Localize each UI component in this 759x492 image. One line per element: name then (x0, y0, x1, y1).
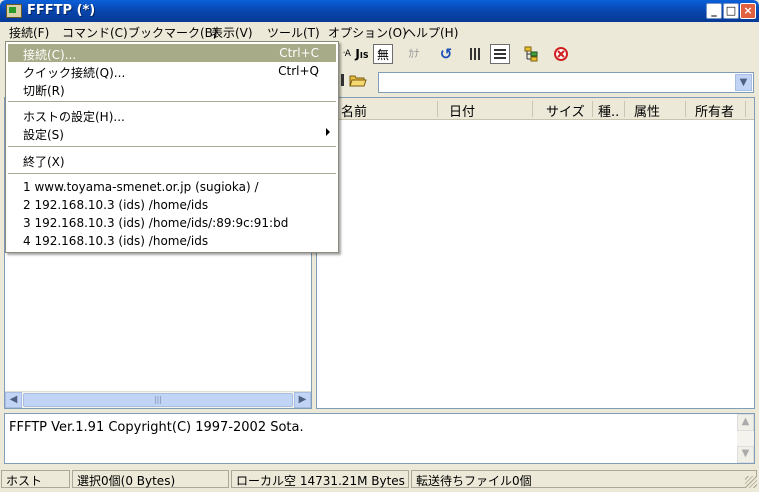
menu-separator (8, 173, 336, 174)
menu-item-disconnect[interactable]: 切断(R) (8, 80, 336, 98)
menu-item-history-1[interactable]: 1 www.toyama-smenet.or.jp (sugioka) / (8, 178, 336, 196)
menu-separator (8, 101, 336, 102)
column-divider[interactable] (592, 101, 593, 117)
menu-item-history-4[interactable]: 4 192.168.10.3 (ids) /home/ids (8, 232, 336, 250)
menu-item-settings[interactable]: 設定(S) (8, 124, 336, 142)
column-divider[interactable] (685, 101, 686, 117)
menu-item-shortcut: Ctrl+C (279, 46, 319, 60)
tree-view-icon[interactable] (521, 44, 541, 64)
status-host: ホスト (1, 470, 70, 488)
scroll-down-icon[interactable]: ▼ (737, 446, 754, 463)
connect-menu-dropdown: 接続(C)... Ctrl+C クイック接続(Q)... Ctrl+Q 切断(R… (5, 41, 339, 253)
menu-connect[interactable]: 接続(F) (9, 24, 49, 41)
menu-item-label: 4 192.168.10.3 (ids) /home/ids (23, 234, 209, 248)
col-type[interactable]: 種.. (598, 101, 619, 120)
remote-path-combo[interactable]: ▼ (378, 72, 754, 93)
menu-item-connect[interactable]: 接続(C)... Ctrl+C (8, 44, 336, 62)
menu-item-label: 3 192.168.10.3 (ids) /home/ids/:89:9c:91… (23, 216, 289, 230)
maximize-button[interactable]: □ (723, 3, 739, 19)
jis-mode-button[interactable]: JIS (352, 44, 372, 64)
menu-item-host-settings[interactable]: ホストの設定(H)... (8, 106, 336, 124)
status-transfer-queue: 転送待ちファイル0個 (411, 470, 757, 488)
scroll-thumb[interactable]: ||| (23, 393, 293, 407)
scroll-up-icon[interactable]: ▲ (737, 414, 754, 431)
stop-icon[interactable] (551, 44, 571, 64)
menu-item-exit[interactable]: 終了(X) (8, 151, 336, 169)
close-button[interactable]: × (740, 3, 756, 19)
window-title: FFFTP (*) (27, 3, 96, 18)
chevron-down-icon[interactable]: ▼ (735, 74, 752, 91)
status-selection: 選択0個(0 Bytes) (72, 470, 229, 488)
menu-item-history-2[interactable]: 2 192.168.10.3 (ids) /home/ids (8, 196, 336, 214)
menu-item-label: クイック接続(Q)... (23, 66, 126, 80)
menu-tools[interactable]: ツール(T) (267, 24, 320, 41)
remote-file-pane[interactable]: 名前 日付 サイズ 種.. 属性 所有者 (316, 97, 755, 409)
menu-item-history-3[interactable]: 3 192.168.10.3 (ids) /home/ids/:89:9c:91… (8, 214, 336, 232)
remote-column-header: 名前 日付 サイズ 種.. 属性 所有者 (317, 98, 754, 120)
app-icon (6, 4, 22, 18)
detail-view-icon[interactable] (490, 44, 510, 64)
menu-item-label: 1 www.toyama-smenet.or.jp (sugioka) / (23, 180, 259, 194)
menu-item-label: 2 192.168.10.3 (ids) /home/ids (23, 198, 209, 212)
menu-help[interactable]: ヘルプ(H) (404, 24, 458, 41)
menu-bar: 接続(F) コマンド(C) ブックマーク(B) 表示(V) ツール(T) オプシ… (0, 22, 759, 41)
column-divider[interactable] (624, 101, 625, 117)
log-vscrollbar[interactable]: ▲ ▼ (737, 414, 754, 463)
column-divider[interactable] (437, 101, 438, 117)
status-local-free: ローカル空 14731.21M Bytes (231, 470, 409, 488)
col-size[interactable]: サイズ (546, 101, 585, 120)
menu-item-label: ホストの設定(H)... (23, 110, 125, 124)
menu-options[interactable]: オプション(O) (328, 24, 407, 41)
title-bar: FFFTP (*) _ □ × (0, 0, 759, 22)
menu-item-label: 設定(S) (23, 128, 64, 142)
no-conversion-button[interactable]: 無 (373, 44, 393, 64)
menu-bookmark[interactable]: ブックマーク(B) (128, 24, 218, 41)
submenu-arrow-icon (326, 128, 330, 136)
menu-item-shortcut: Ctrl+Q (278, 64, 319, 78)
col-date[interactable]: 日付 (449, 101, 475, 120)
kana-button[interactable]: ｶﾅ (404, 44, 424, 64)
column-divider[interactable] (532, 101, 533, 117)
menu-item-quick-connect[interactable]: クイック接続(Q)... Ctrl+Q (8, 62, 336, 80)
local-hscrollbar[interactable]: ◀ ||| ▶ (5, 391, 311, 408)
col-owner[interactable]: 所有者 (695, 101, 734, 120)
menu-command[interactable]: コマンド(C) (62, 24, 128, 41)
menu-separator (8, 146, 336, 147)
scroll-left-icon[interactable]: ◀ (5, 392, 22, 408)
resize-grip-icon[interactable] (745, 476, 757, 488)
scroll-right-icon[interactable]: ▶ (294, 392, 311, 408)
log-area[interactable]: FFFTP Ver.1.91 Copyright(C) 1997-2002 So… (4, 413, 755, 464)
menu-item-label: 切断(R) (23, 84, 65, 98)
minimize-button[interactable]: _ (706, 3, 722, 19)
menu-view[interactable]: 表示(V) (211, 24, 253, 41)
menu-item-label: 終了(X) (23, 155, 65, 169)
column-divider[interactable] (745, 101, 746, 117)
col-attr[interactable]: 属性 (634, 101, 660, 120)
status-bar: ホスト 選択0個(0 Bytes) ローカル空 14731.21M Bytes … (0, 468, 759, 490)
menu-item-label: 接続(C)... (23, 48, 77, 62)
log-text: FFFTP Ver.1.91 Copyright(C) 1997-2002 So… (9, 420, 304, 435)
col-name[interactable]: 名前 (341, 101, 367, 120)
refresh-icon[interactable]: ↺ (436, 44, 456, 64)
open-folder-icon[interactable] (348, 70, 368, 90)
list-view-icon[interactable] (466, 44, 486, 64)
